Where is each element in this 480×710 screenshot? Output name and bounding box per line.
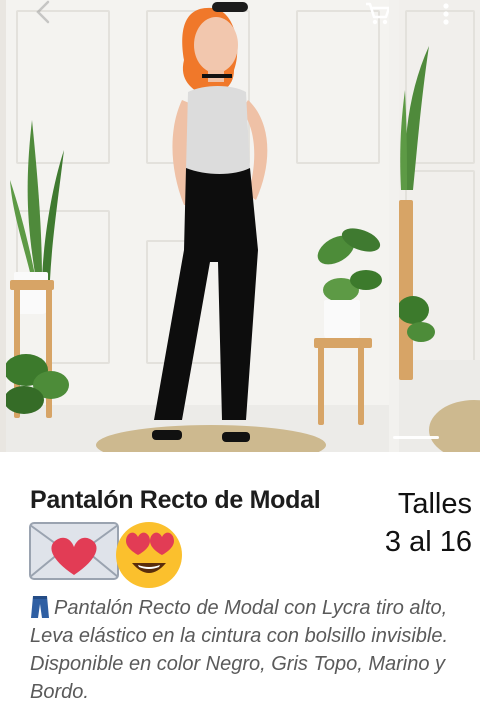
plant-stand-leg xyxy=(358,345,364,425)
love-letter-emoji xyxy=(29,522,119,580)
sizes-label: Talles xyxy=(397,488,472,520)
model-figure xyxy=(152,2,268,442)
product-title: Pantalón Recto de Modal xyxy=(30,486,321,514)
description-text: Pantalón Recto de Modal con Lycra tiro a… xyxy=(30,597,449,703)
more-vert-icon xyxy=(443,3,449,25)
arrow-back-icon xyxy=(36,0,50,24)
more-options-button[interactable] xyxy=(435,0,457,28)
product-image-gallery[interactable] xyxy=(0,0,480,452)
next-photo-preview[interactable] xyxy=(399,0,480,452)
sizes-range: Talles 3 al 16 xyxy=(362,485,472,561)
leafy-plant xyxy=(6,354,69,414)
cart-button[interactable] xyxy=(363,0,389,28)
shopping-cart-icon xyxy=(366,2,389,25)
heart-eyes-emoji xyxy=(116,522,182,588)
back-button[interactable] xyxy=(34,0,56,24)
snake-plant xyxy=(10,120,64,280)
plant-pot xyxy=(324,300,360,340)
plant-stand-leg xyxy=(318,345,324,425)
product-description: Pantalón Recto de Modal con Lycra tiro a… xyxy=(30,594,460,706)
gallery-position-indicator xyxy=(393,436,439,439)
product-photo[interactable] xyxy=(6,0,389,452)
sizes-value: 3 al 16 xyxy=(384,526,472,558)
snake-plant xyxy=(400,46,429,190)
leafy-plant xyxy=(399,296,435,342)
emoji-row xyxy=(28,517,198,589)
wall-panel xyxy=(296,10,380,164)
jeans-emoji xyxy=(31,596,49,618)
